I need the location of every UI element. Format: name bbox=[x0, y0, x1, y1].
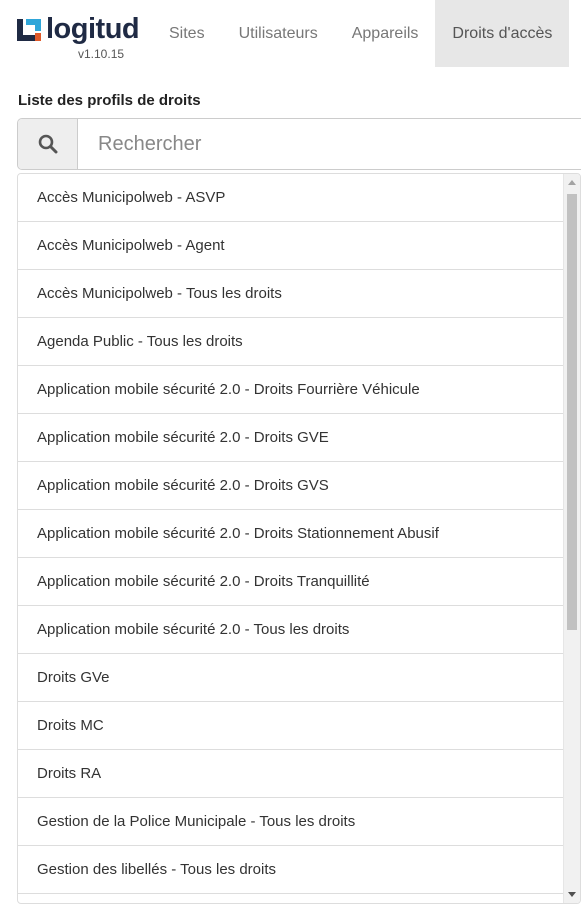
profile-list-item[interactable]: Accès Municipolweb - Tous les droits bbox=[18, 270, 564, 318]
profile-list-item[interactable]: Droits RA bbox=[18, 750, 564, 798]
scroll-down-arrow-icon[interactable] bbox=[564, 886, 580, 903]
profile-list-item[interactable]: Application mobile sécurité 2.0 - Droits… bbox=[18, 414, 564, 462]
nav-tab-appareils[interactable]: Appareils bbox=[335, 0, 436, 67]
section-title: Liste des profils de droits bbox=[18, 92, 201, 109]
profile-list-item[interactable]: Agenda Public - Tous les droits bbox=[18, 318, 564, 366]
profile-list-item[interactable]: Gestion des libellés - Tous les droits bbox=[18, 846, 564, 894]
scroll-thumb[interactable] bbox=[567, 194, 577, 630]
search-input[interactable] bbox=[78, 119, 581, 169]
search-bar bbox=[17, 118, 581, 170]
profile-list-item[interactable]: Accès Municipolweb - ASVP bbox=[18, 174, 564, 222]
nav-tab-utilisateurs[interactable]: Utilisateurs bbox=[222, 0, 335, 67]
profile-list-item[interactable]: Gestion de la Police Municipale - Tous l… bbox=[18, 798, 564, 846]
logo[interactable]: logitud v1.10.15 bbox=[17, 12, 140, 64]
search-addon[interactable] bbox=[18, 119, 78, 169]
nav-tab-droits-acces[interactable]: Droits d'accès bbox=[435, 0, 570, 67]
profile-list-item[interactable]: Application mobile sécurité 2.0 - Droits… bbox=[18, 558, 564, 606]
profile-list-item[interactable]: Droits MC bbox=[18, 702, 564, 750]
profile-list-item[interactable]: Application mobile sécurité 2.0 - Droits… bbox=[18, 462, 564, 510]
profile-list-item[interactable]: Application mobile sécurité 2.0 - Tous l… bbox=[18, 606, 564, 654]
app-version: v1.10.15 bbox=[78, 47, 125, 61]
list-scrollbar[interactable] bbox=[563, 174, 580, 903]
logo-text: logitud bbox=[46, 13, 140, 45]
scroll-up-arrow-icon[interactable] bbox=[564, 174, 580, 191]
profile-list-item[interactable]: Accès Municipolweb - Agent bbox=[18, 222, 564, 270]
profile-list: Accès Municipolweb - ASVP Accès Municipo… bbox=[18, 174, 564, 894]
nav-tab-sites[interactable]: Sites bbox=[152, 0, 222, 67]
main-nav: Sites Utilisateurs Appareils Droits d'ac… bbox=[152, 0, 570, 67]
profile-list-item[interactable]: Droits GVe bbox=[18, 654, 564, 702]
top-navbar: logitud v1.10.15 Sites Utilisateurs Appa… bbox=[0, 0, 581, 67]
profile-list-item[interactable]: Application mobile sécurité 2.0 - Droits… bbox=[18, 366, 564, 414]
logo-mark-icon bbox=[17, 19, 41, 41]
profile-list-container: Accès Municipolweb - ASVP Accès Municipo… bbox=[17, 173, 581, 904]
profile-list-item[interactable]: Application mobile sécurité 2.0 - Droits… bbox=[18, 510, 564, 558]
search-icon bbox=[38, 134, 57, 154]
